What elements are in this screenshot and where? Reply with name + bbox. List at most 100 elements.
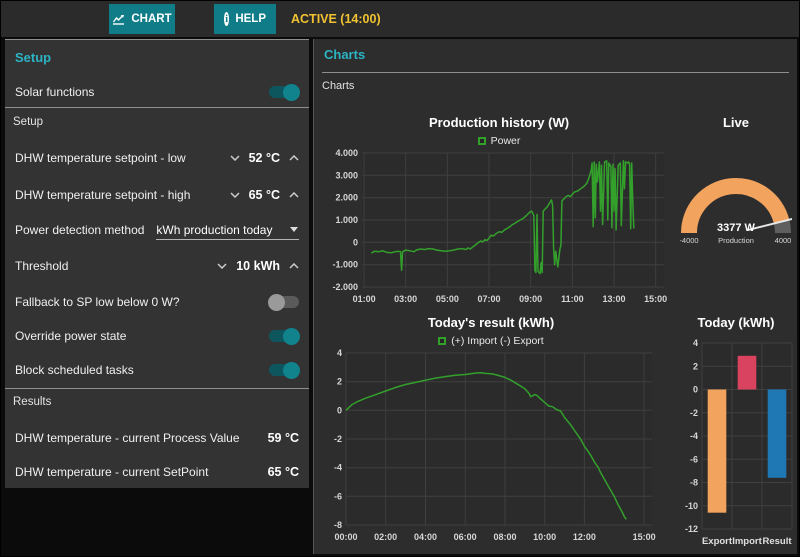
svg-text:08:00: 08:00 [493,532,516,542]
svg-text:2: 2 [693,361,698,371]
svg-text:-2: -2 [334,434,342,444]
chevron-up-icon[interactable] [289,155,299,161]
svg-text:-12: -12 [685,524,698,534]
production-history-chart: Production history (W) Power 01:00 03:00 0… [326,115,672,312]
legend-label: (+) Import (-) Export [451,335,544,347]
threshold-value: 10 kWh [236,259,280,273]
section-setup-label: Setup [13,116,44,128]
current-setpoint-value: 65 °C [267,465,299,479]
dhw-low-stepper: 52 °C [230,151,299,165]
divider [322,72,789,73]
app-root: CHART i HELP ACTIVE (14:00) Setup Solar … [0,0,800,557]
section-results-label: Results [13,396,52,408]
svg-text:4: 4 [337,349,342,358]
svg-text:15:00: 15:00 [633,532,656,542]
dropdown-caret-icon [290,227,298,232]
block-tasks-label: Block scheduled tasks [15,363,134,377]
chevron-down-icon[interactable] [217,263,227,269]
production-history-plot: 01:00 03:00 05:00 07:00 09:00 11:00 13:00 15:00… [326,148,672,312]
toggle-knob [283,83,300,101]
svg-text:4000: 4000 [775,236,792,245]
svg-text:Production: Production [718,236,754,245]
svg-text:04:00: 04:00 [414,532,437,542]
block-tasks-toggle[interactable] [269,361,300,379]
charts-subtitle: Charts [322,80,355,92]
power-detection-select[interactable]: kWh production today [156,221,299,240]
production-legend: Power [326,133,672,149]
today-bars-title: Today (kWh) [697,315,775,330]
status-active: ACTIVE (14:00) [291,12,381,26]
divider [5,107,309,108]
chevron-up-icon[interactable] [289,263,299,269]
setup-panel-title: Setup [15,50,52,65]
chevron-up-icon[interactable] [289,192,299,198]
toggle-knob [283,361,300,379]
svg-text:-6: -6 [690,454,698,464]
svg-text:0: 0 [337,405,342,415]
power-detection-value: kWh production today [156,222,273,237]
svg-text:4: 4 [693,338,698,348]
svg-text:-4000: -4000 [680,236,699,245]
topbar: CHART i HELP ACTIVE (14:00) [1,1,799,37]
solar-functions-toggle[interactable] [269,83,300,101]
svg-text:12:00: 12:00 [573,532,596,542]
chart-button-label: CHART [131,13,172,25]
today-bars-chart: Today (kWh) 4 2 0 -2 -4 -6 -8 -10 -12 Export Impor… [676,315,796,554]
row-dhw-setpoint-high: DHW temperature setpoint - high 65 °C [15,185,299,205]
process-value: 59 °C [267,431,299,445]
svg-text:-6: -6 [334,491,342,501]
today-bars-plot: 4 2 0 -2 -4 -6 -8 -10 -12 Export Import Result [676,335,796,554]
row-block-tasks: Block scheduled tasks [15,360,300,380]
dhw-high-label: DHW temperature setpoint - high [15,188,191,202]
legend-swatch-icon [438,337,447,345]
row-threshold: Threshold 10 kWh [15,256,299,276]
fallback-label: Fallback to SP low below 0 W? [15,295,180,309]
svg-text:-1.000: -1.000 [332,260,358,270]
divider [5,388,309,389]
svg-text:10:00: 10:00 [533,532,556,542]
threshold-label: Threshold [15,259,69,273]
override-power-toggle[interactable] [269,327,300,345]
svg-text:02:00: 02:00 [374,532,397,542]
fallback-toggle[interactable] [268,293,299,311]
todays-result-plot: 00:00 02:00 04:00 06:00 08:00 10:00 12:00 15:00… [320,348,662,550]
svg-text:00:00: 00:00 [334,532,357,542]
svg-text:15:00: 15:00 [644,294,667,304]
dhw-low-value: 52 °C [248,151,280,165]
row-current-setpoint: DHW temperature - current SetPoint 65 °C [15,462,299,482]
row-fallback: Fallback to SP low below 0 W? [15,292,299,312]
toggle-knob [268,293,285,311]
dhw-high-value: 65 °C [248,188,280,202]
svg-text:03:00: 03:00 [394,294,417,304]
svg-text:Export: Export [702,536,733,547]
svg-text:11:00: 11:00 [561,294,584,304]
svg-text:2.000: 2.000 [335,193,358,203]
svg-text:3377 W: 3377 W [717,222,756,234]
power-detection-label: Power detection method [15,223,145,237]
svg-text:0: 0 [693,385,698,395]
legend-label: Power [490,135,521,147]
solar-functions-label: Solar functions [15,85,95,99]
svg-text:06:00: 06:00 [454,532,477,542]
svg-text:07:00: 07:00 [477,294,500,304]
svg-text:-2: -2 [690,408,698,418]
svg-text:13:00: 13:00 [602,294,625,304]
svg-text:2: 2 [337,377,342,387]
row-dhw-setpoint-low: DHW temperature setpoint - low 52 °C [15,148,299,168]
svg-text:4.000: 4.000 [335,149,358,158]
charts-panel: Charts Charts Production history (W) Pow… [313,39,797,554]
svg-text:3.000: 3.000 [335,170,358,180]
live-gauge-title: Live [722,115,749,130]
chevron-down-icon[interactable] [230,155,240,161]
toggle-knob [283,327,300,345]
legend-swatch-icon [477,137,486,145]
dhw-high-stepper: 65 °C [230,188,299,202]
chart-button[interactable]: CHART [109,4,175,34]
row-process-value: DHW temperature - current Process Value … [15,428,299,448]
chevron-down-icon[interactable] [230,192,240,198]
todays-result-title: Today's result (kWh) [427,315,555,330]
line-chart-icon [112,14,125,25]
process-value-label: DHW temperature - current Process Value [15,431,240,445]
help-button[interactable]: i HELP [214,4,276,34]
charts-panel-title: Charts [324,47,366,62]
